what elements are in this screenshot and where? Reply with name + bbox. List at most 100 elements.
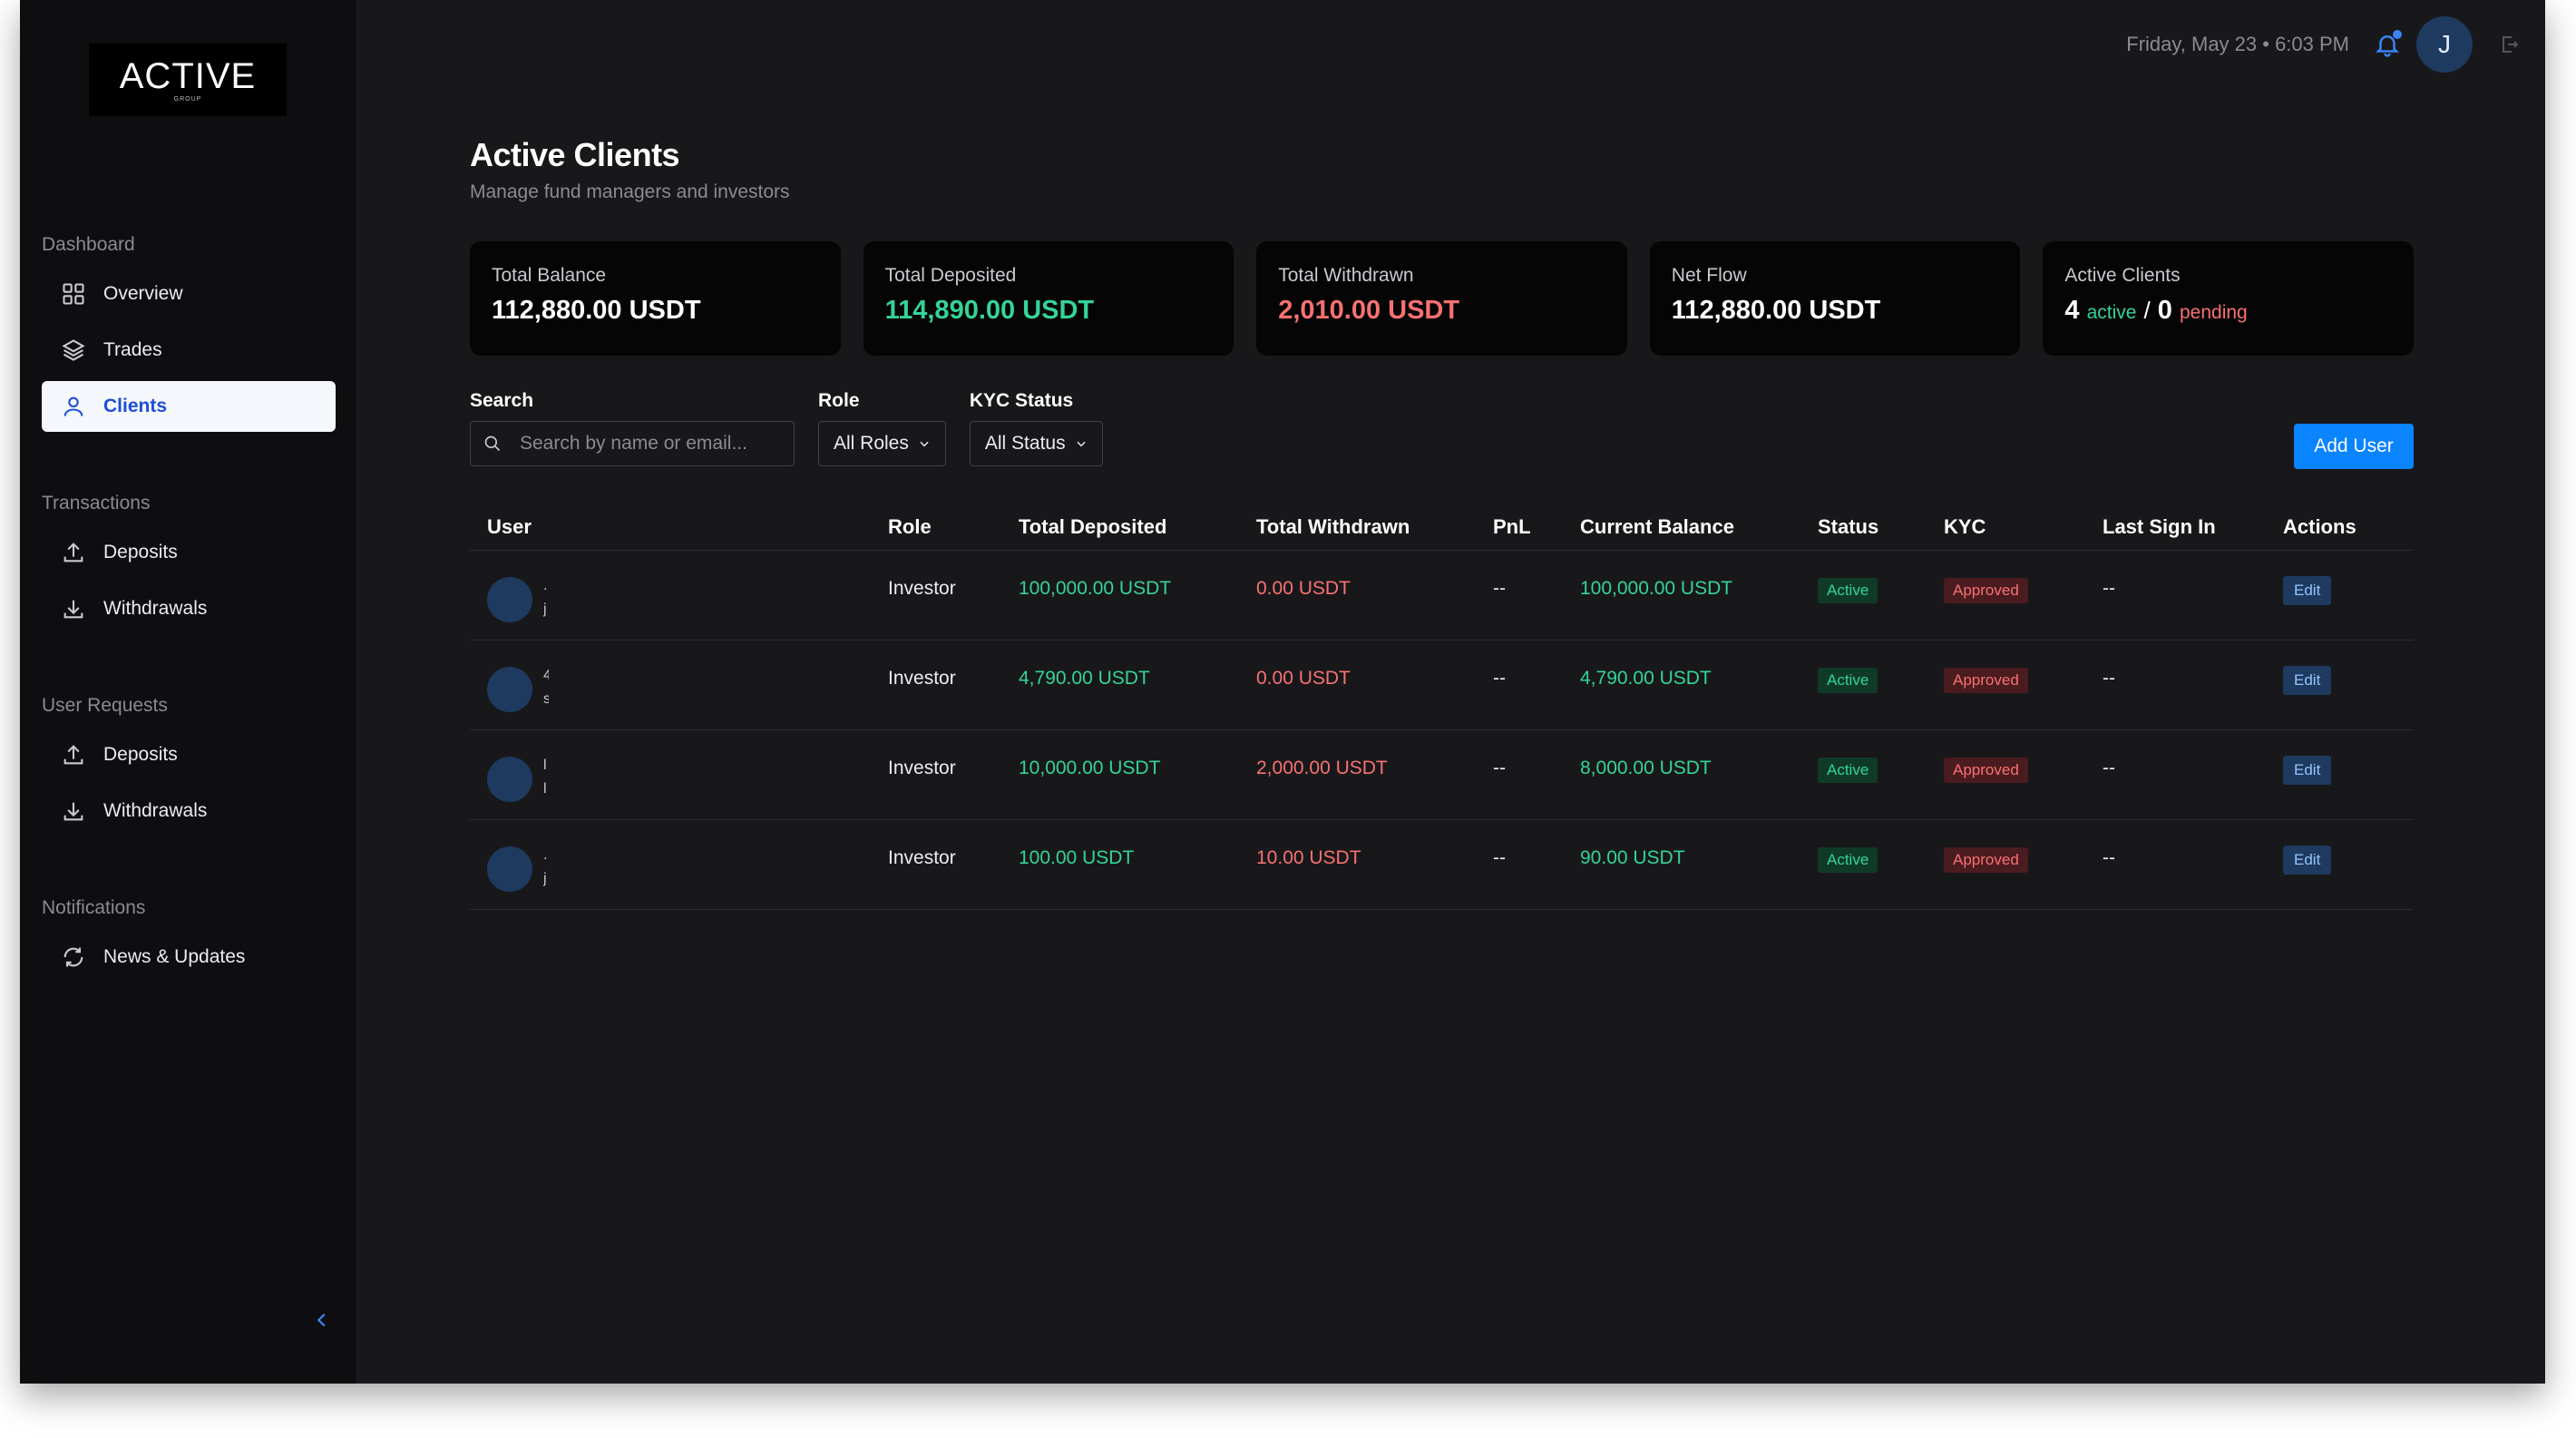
sidebar-item-label: Deposits xyxy=(103,542,178,562)
user-email-line: l xyxy=(543,781,547,797)
edit-button[interactable]: Edit xyxy=(2283,666,2332,695)
status-cell: Active xyxy=(1818,730,1944,783)
nav-section-dashboard: Dashboard Overview Trades Clients xyxy=(42,227,336,437)
edit-button[interactable]: Edit xyxy=(2283,846,2332,875)
pnl-cell: -- xyxy=(1493,668,1506,689)
user-email-line: s xyxy=(543,691,549,707)
table-row[interactable]: . j Investor 100.00 USDT 10.00 USDT -- 9… xyxy=(470,820,2414,910)
kyc-badge: Approved xyxy=(1944,668,2028,693)
role-cell: Investor xyxy=(888,758,956,778)
search-box xyxy=(470,421,795,466)
sidebar-item-withdrawals[interactable]: Withdrawals xyxy=(42,583,336,634)
user-name-line: l xyxy=(543,758,547,773)
sidebar-item-overview[interactable]: Overview xyxy=(42,269,336,319)
search-icon xyxy=(484,435,501,452)
role-cell: Investor xyxy=(888,668,956,689)
column-header[interactable]: User xyxy=(470,515,888,539)
card-label: Total Balance xyxy=(492,265,607,286)
column-header[interactable]: PnL xyxy=(1493,515,1580,539)
kyc-badge: Approved xyxy=(1944,847,2028,873)
kyc-badge: Approved xyxy=(1944,578,2028,603)
sidebar-item-deposits[interactable]: Deposits xyxy=(42,527,336,578)
table-row[interactable]: l l Investor 10,000.00 USDT 2,000.00 USD… xyxy=(470,730,2414,820)
grid-icon xyxy=(60,280,87,308)
refresh-icon xyxy=(60,944,87,971)
user-cell: . j xyxy=(470,820,888,892)
card-label: Total Withdrawn xyxy=(1278,265,1414,286)
table-header: User Role Total Deposited Total Withdraw… xyxy=(470,504,2414,551)
sidebar-item-label: Clients xyxy=(103,396,168,416)
filter-label: KYC Status xyxy=(969,390,1074,411)
user-name: . j xyxy=(543,574,549,621)
logout-button[interactable] xyxy=(2496,31,2523,58)
kyc-select[interactable]: All Status xyxy=(969,421,1103,466)
status-cell: Active xyxy=(1818,641,1944,693)
card-label: Net Flow xyxy=(1671,265,1747,286)
column-header[interactable]: Total Deposited xyxy=(1019,515,1256,539)
nav-section-notifications: Notifications News & Updates xyxy=(42,890,336,988)
chevron-down-icon xyxy=(920,441,929,447)
deposited-cell: 10,000.00 USDT xyxy=(1019,758,1161,778)
column-header[interactable]: Total Withdrawn xyxy=(1256,515,1493,539)
card-value: 114,890.00 USDT xyxy=(884,296,1095,325)
deposited-cell: 100,000.00 USDT xyxy=(1019,578,1172,599)
user-cell: . j xyxy=(470,551,888,622)
sidebar-item-label: Withdrawals xyxy=(103,800,208,821)
balance-cell: 8,000.00 USDT xyxy=(1580,758,1712,778)
sidebar-item-clients[interactable]: Clients xyxy=(42,381,336,432)
column-header[interactable]: Status xyxy=(1818,515,1944,539)
kyc-cell: Approved xyxy=(1944,551,2103,603)
card-value: 112,880.00 USDT xyxy=(1671,296,1881,325)
sidebar-item-request-withdrawals[interactable]: Withdrawals xyxy=(42,786,336,836)
filter-label: Role xyxy=(818,390,860,411)
status-cell: Active xyxy=(1818,820,1944,873)
status-badge: Active xyxy=(1818,847,1878,873)
page-subtitle: Manage fund managers and investors xyxy=(470,181,790,202)
column-header[interactable]: Last Sign In xyxy=(2103,515,2283,539)
collapse-sidebar-button[interactable] xyxy=(308,1306,336,1334)
sidebar-item-request-deposits[interactable]: Deposits xyxy=(42,729,336,780)
logo-word: ACTIVE xyxy=(119,55,257,96)
sidebar-item-trades[interactable]: Trades xyxy=(42,325,336,376)
nav-heading: Dashboard xyxy=(42,234,135,255)
column-header[interactable]: Current Balance xyxy=(1580,515,1818,539)
pnl-cell: -- xyxy=(1493,758,1506,778)
column-header[interactable]: Role xyxy=(888,515,1019,539)
logout-icon xyxy=(2503,36,2519,53)
avatar xyxy=(487,577,532,622)
role-select[interactable]: All Roles xyxy=(818,421,946,466)
sidebar-item-label: News & Updates xyxy=(103,946,246,967)
sidebar-item-news[interactable]: News & Updates xyxy=(42,932,336,983)
kyc-select-value: All Status xyxy=(984,433,1066,454)
active-count: 4 xyxy=(2064,296,2080,325)
role-select-value: All Roles xyxy=(834,433,909,454)
kyc-badge: Approved xyxy=(1944,758,2028,783)
nav-heading: Transactions xyxy=(42,493,151,514)
filter-search: Search xyxy=(470,390,795,466)
user-name: 4 s xyxy=(543,664,549,711)
user-name-line: . xyxy=(543,578,548,593)
status-cell: Active xyxy=(1818,551,1944,603)
deposited-cell: 4,790.00 USDT xyxy=(1019,668,1150,689)
card-net-flow: Net Flow 112,880.00 USDT xyxy=(1649,241,2021,356)
table-row[interactable]: . j Investor 100,000.00 USDT 0.00 USDT -… xyxy=(470,551,2414,641)
role-cell: Investor xyxy=(888,847,956,868)
nav-heading: User Requests xyxy=(42,695,168,716)
column-header: Actions xyxy=(2283,514,2356,538)
card-total-deposited: Total Deposited 114,890.00 USDT xyxy=(863,241,1234,356)
kyc-cell: Approved xyxy=(1944,730,2103,783)
download-icon xyxy=(60,595,87,622)
column-header[interactable]: KYC xyxy=(1944,515,2103,539)
clients-table: User Role Total Deposited Total Withdraw… xyxy=(470,504,2414,910)
sidebar-item-label: Deposits xyxy=(103,744,178,765)
sidebar: ACTIVE GROUP Dashboard Overview Trades C… xyxy=(20,0,357,1384)
edit-button[interactable]: Edit xyxy=(2283,576,2332,605)
download-icon xyxy=(60,797,87,825)
search-input[interactable] xyxy=(518,432,772,455)
table-row[interactable]: 4 s Investor 4,790.00 USDT 0.00 USDT -- … xyxy=(470,641,2414,730)
last-sign-in-cell: -- xyxy=(2103,847,2115,868)
add-user-button[interactable]: Add User xyxy=(2294,424,2414,469)
chevron-down-icon xyxy=(1077,441,1086,447)
upload-icon xyxy=(60,741,87,768)
edit-button[interactable]: Edit xyxy=(2283,756,2332,785)
